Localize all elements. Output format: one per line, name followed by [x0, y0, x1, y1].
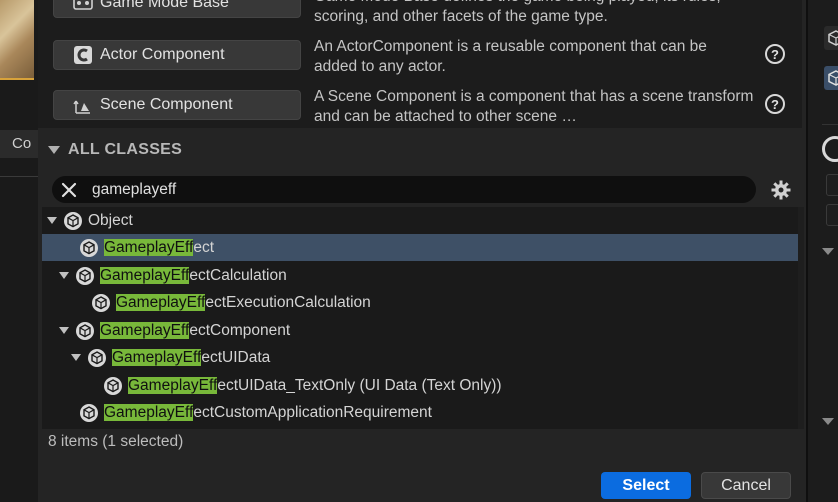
game-mode-icon	[72, 0, 94, 14]
class-cube-icon	[78, 237, 100, 259]
class-tree: Object GameplayEffect GameplayEffectCalc…	[42, 207, 798, 429]
clear-search-icon[interactable]	[56, 177, 82, 203]
class-cube-icon	[62, 210, 84, 232]
common-classes-section: Game Mode Base Game Mode Base defines th…	[38, 0, 802, 128]
tree-item-label: GameplayEffectUIData_TextOnly (UI Data (…	[128, 376, 502, 394]
class-cube-icon	[86, 347, 108, 369]
chevron-down-icon[interactable]	[822, 248, 834, 255]
class-search-box	[52, 176, 756, 203]
class-button-actor-component[interactable]: Actor Component	[53, 40, 301, 70]
property-box[interactable]	[826, 204, 838, 226]
class-button-label: Scene Component	[100, 96, 233, 113]
item-count-status: 8 items (1 selected)	[48, 433, 184, 450]
class-cube-icon	[74, 320, 96, 342]
class-cube-icon	[78, 402, 100, 424]
expand-arrow-icon[interactable]	[70, 344, 82, 371]
help-icon[interactable]: ?	[765, 44, 785, 64]
background-left-panel: Co	[0, 0, 38, 502]
divider	[0, 176, 38, 177]
scene-component-icon	[72, 94, 94, 116]
class-button-label: Game Mode Base	[100, 0, 229, 11]
property-box[interactable]	[826, 174, 838, 196]
tree-row-gameplay-effect[interactable]: GameplayEffect	[42, 234, 798, 261]
class-description: Game Mode Base defines the game being pl…	[314, 0, 721, 25]
class-cube-icon	[102, 375, 124, 397]
select-button[interactable]: Select	[601, 472, 691, 499]
divider	[822, 124, 838, 125]
tree-row-object[interactable]: Object	[42, 207, 798, 234]
viewport-thumbnail	[0, 0, 34, 80]
tree-item-label: GameplayEffectComponent	[100, 321, 291, 339]
tree-row-gameplay-effect-calculation[interactable]: GameplayEffectCalculation	[42, 262, 798, 289]
tree-row-gameplay-effect-custom-application-requirement[interactable]: GameplayEffectCustomApplicationRequireme…	[42, 399, 798, 426]
all-classes-title: ALL CLASSES	[68, 141, 183, 158]
tree-row-gameplay-effect-execution-calculation[interactable]: GameplayEffectExecutionCalculation	[42, 289, 798, 316]
class-cube-icon	[74, 265, 96, 287]
class-search-input[interactable]	[92, 180, 692, 199]
cancel-button[interactable]: Cancel	[701, 472, 791, 499]
tree-item-label: GameplayEffectCalculation	[100, 266, 287, 284]
actor-component-icon	[72, 44, 94, 66]
class-button-label: Actor Component	[100, 46, 225, 63]
gear-icon[interactable]	[769, 178, 793, 202]
cube-icon[interactable]	[824, 66, 838, 90]
expand-arrow-icon[interactable]	[46, 207, 58, 234]
left-panel-label: Co	[0, 130, 38, 158]
class-cube-icon	[90, 292, 112, 314]
pick-parent-class-dialog: Game Mode Base Game Mode Base defines th…	[38, 0, 806, 502]
tree-row-gameplay-effect-ui-data-text-only[interactable]: GameplayEffectUIData_TextOnly (UI Data (…	[42, 372, 798, 399]
class-button-game-mode-base[interactable]: Game Mode Base	[53, 0, 301, 18]
tree-item-label: GameplayEffect	[104, 238, 215, 256]
class-button-scene-component[interactable]: Scene Component	[53, 90, 301, 120]
tree-row-gameplay-effect-ui-data[interactable]: GameplayEffectUIData	[42, 344, 798, 371]
background-right-panel	[806, 0, 838, 502]
tree-scrollbar[interactable]	[798, 207, 804, 429]
help-icon[interactable]: ?	[765, 94, 785, 114]
cube-icon[interactable]	[824, 26, 838, 50]
tree-item-label: GameplayEffectUIData	[112, 348, 271, 366]
expand-arrow-icon[interactable]	[58, 262, 70, 289]
tree-item-label: Object	[88, 211, 133, 229]
expand-arrow-icon[interactable]	[58, 317, 70, 344]
tree-row-gameplay-effect-component[interactable]: GameplayEffectComponent	[42, 317, 798, 344]
search-circle-icon[interactable]	[822, 136, 838, 162]
chevron-down-icon	[48, 146, 60, 154]
all-classes-header[interactable]: ALL CLASSES	[38, 128, 802, 172]
tree-item-label: GameplayEffectExecutionCalculation	[116, 293, 371, 311]
class-description: A Scene Component is a component that ha…	[314, 88, 754, 125]
tree-item-label: GameplayEffectCustomApplicationRequireme…	[104, 403, 432, 421]
chevron-down-icon[interactable]	[822, 418, 834, 425]
class-description: An ActorComponent is a reusable componen…	[314, 38, 707, 75]
